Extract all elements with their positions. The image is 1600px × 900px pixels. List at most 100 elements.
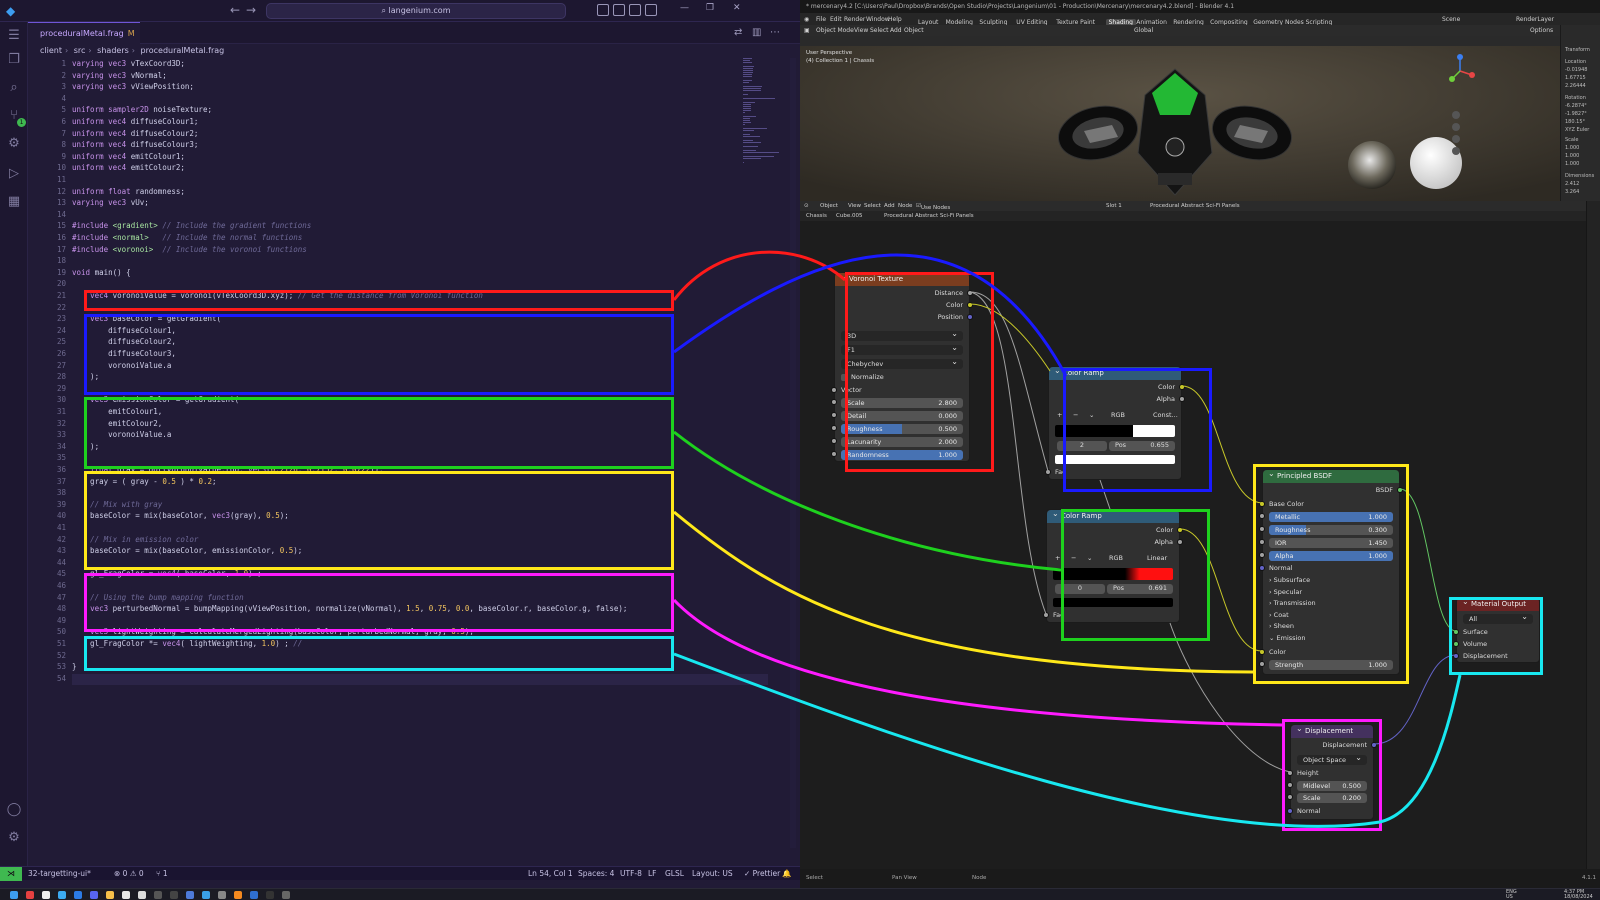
bsdf-panel[interactable]: › Subsurface xyxy=(1269,576,1393,586)
breadcrumb-item[interactable]: client xyxy=(40,46,62,55)
keyboard-layout[interactable]: Layout: US xyxy=(692,869,733,878)
tab-proceduralmetal[interactable]: proceduralMetal.frag M xyxy=(28,22,140,44)
blender-logo-icon[interactable]: ◉ xyxy=(804,16,809,23)
slider-field[interactable]: Roughness 0.500 xyxy=(841,424,963,434)
ramp2-menu-icon[interactable]: ⌄ xyxy=(1087,554,1092,564)
transform-header[interactable]: Transform xyxy=(1565,47,1590,53)
voronoi-texture-node[interactable]: Voronoi Texture Distance Color Position … xyxy=(831,272,973,462)
output-target-dropdown[interactable]: All xyxy=(1463,612,1533,624)
bsdf-panel[interactable]: › Specular xyxy=(1269,588,1393,598)
ramp1-pos-field[interactable]: Pos 0.655 xyxy=(1109,441,1175,451)
bsdf-output-socket[interactable] xyxy=(1397,487,1403,493)
language-mode[interactable]: GLSL xyxy=(665,869,684,878)
slider-field[interactable]: Roughness 0.300 xyxy=(1269,525,1393,535)
surface-socket[interactable] xyxy=(1453,629,1459,635)
navigation-gizmo[interactable] xyxy=(1440,51,1480,171)
voronoi-dimensions-dropdown[interactable]: 3D xyxy=(841,329,963,341)
breadcrumb-item[interactable]: proceduralMetal.frag xyxy=(141,46,225,55)
node-menu-select[interactable]: Select xyxy=(864,203,881,209)
ramp1-index-field[interactable]: 2 xyxy=(1057,441,1107,451)
base-color-socket[interactable] xyxy=(1259,501,1265,507)
normal-socket[interactable] xyxy=(1259,565,1265,571)
space-dropdown[interactable]: Object Space xyxy=(1297,753,1367,765)
start-icon[interactable] xyxy=(10,891,18,899)
slider-field[interactable]: Alpha 1.000 xyxy=(1269,551,1393,561)
run-debug-icon[interactable]: ▷ xyxy=(6,166,22,182)
loc-x[interactable]: -0.01948 xyxy=(1565,67,1587,73)
photos-icon[interactable] xyxy=(202,891,210,899)
input-socket[interactable] xyxy=(831,412,837,418)
distance-output-socket[interactable] xyxy=(967,290,973,296)
color-output-socket[interactable] xyxy=(967,302,973,308)
menu-icon[interactable]: ☰ xyxy=(6,28,22,44)
settings-gear-icon[interactable]: ⚙ xyxy=(6,830,22,846)
bsdf-node-header[interactable]: Principled BSDF xyxy=(1263,469,1399,483)
ramp2-color-swatch[interactable] xyxy=(1053,598,1173,607)
slot-selector[interactable]: Slot 1 xyxy=(1106,203,1122,209)
minimap[interactable] xyxy=(743,58,781,163)
explorer-icon[interactable]: ❐ xyxy=(6,52,22,68)
node-menu-view[interactable]: View xyxy=(848,203,861,209)
restore-icon[interactable]: ❐ xyxy=(706,3,714,13)
height-socket[interactable] xyxy=(1287,770,1293,776)
scale-socket[interactable] xyxy=(1287,794,1293,800)
displacement-socket[interactable] xyxy=(1453,653,1459,659)
bsdf-panel[interactable]: › Coat xyxy=(1269,611,1393,621)
ramp2-index-field[interactable]: 0 xyxy=(1055,584,1105,594)
input-socket[interactable] xyxy=(1259,552,1265,558)
ramp2-pos-field[interactable]: Pos 0.691 xyxy=(1107,584,1173,594)
input-socket[interactable] xyxy=(831,438,837,444)
node-menu-node[interactable]: Node xyxy=(898,203,912,209)
brave-icon[interactable] xyxy=(26,891,34,899)
scale-field[interactable]: Scale 0.200 xyxy=(1297,793,1367,803)
input-socket[interactable] xyxy=(831,451,837,457)
ramp1-add-button[interactable]: + xyxy=(1057,411,1062,421)
disp-normal-socket[interactable] xyxy=(1287,808,1293,814)
clock[interactable]: 4:37 PM 18/08/2024 xyxy=(1564,890,1593,900)
vscode-taskbar-icon[interactable] xyxy=(74,891,82,899)
bsdf-panel[interactable]: › Transmission xyxy=(1269,599,1393,609)
emission-color-socket[interactable] xyxy=(1259,649,1265,655)
ports-count[interactable]: ⑂ 1 xyxy=(156,869,168,878)
messenger-icon[interactable] xyxy=(186,891,194,899)
input-socket[interactable] xyxy=(1259,539,1265,545)
ramp1-interp-dropdown[interactable]: Const... xyxy=(1153,411,1178,421)
scale-z[interactable]: 1.000 xyxy=(1565,161,1579,167)
code-editor[interactable]: 1 varying vec3 vTexCoord3D; 2 varying vec3 … xyxy=(28,58,798,848)
input-language[interactable]: ENG US xyxy=(1506,890,1517,900)
ramp2-fac-socket[interactable] xyxy=(1043,612,1049,618)
extensions-remote-icon[interactable]: ⚙ xyxy=(6,136,22,152)
node-editor-sidebar[interactable] xyxy=(1586,201,1600,869)
command-center-search[interactable]: ⌕ langenium.com xyxy=(266,3,566,19)
source-control-icon[interactable]: ⑂ xyxy=(6,108,26,127)
node-object-selector[interactable]: Object xyxy=(820,203,838,209)
ramp2-interp-dropdown[interactable]: Linear xyxy=(1147,554,1167,564)
word-icon[interactable] xyxy=(250,891,258,899)
remote-icon[interactable]: ⋊ xyxy=(0,867,22,881)
ramp2-alpha-socket[interactable] xyxy=(1177,539,1183,545)
ramp2-add-button[interactable]: + xyxy=(1055,554,1060,564)
back-icon[interactable]: ← xyxy=(230,3,240,17)
split-editor-icon[interactable]: ▥ xyxy=(752,27,761,38)
ramp1-mode-dropdown[interactable]: RGB xyxy=(1111,411,1125,421)
terminal-icon[interactable] xyxy=(138,891,146,899)
midlevel-field[interactable]: Midlevel 0.500 xyxy=(1297,781,1367,791)
extensions-icon[interactable]: ▦ xyxy=(6,194,22,210)
customize-layout-icon[interactable] xyxy=(645,4,657,16)
vector-input-socket[interactable] xyxy=(831,387,837,393)
ramp1-fac-socket[interactable] xyxy=(1045,469,1051,475)
object-mode-selector[interactable]: Object Mode xyxy=(816,27,854,34)
encoding[interactable]: UTF-8 xyxy=(620,869,642,878)
displacement-node[interactable]: Displacement Displacement Object Space H… xyxy=(1287,724,1377,820)
discord-icon[interactable] xyxy=(90,891,98,899)
settings-app-icon[interactable] xyxy=(218,891,226,899)
output-node-header[interactable]: Material Output xyxy=(1457,597,1539,611)
editor-type-icon[interactable]: ▣ xyxy=(804,27,810,34)
displacement-out-socket[interactable] xyxy=(1371,742,1377,748)
ramp2-remove-button[interactable]: − xyxy=(1071,554,1076,564)
principled-bsdf-node[interactable]: Principled BSDF BSDF Base Color Normal ⌄… xyxy=(1259,469,1403,675)
emission-strength-field[interactable]: Strength 1.000 xyxy=(1269,660,1393,670)
input-socket[interactable] xyxy=(1259,526,1265,532)
notifications-bell-icon[interactable]: 🔔 xyxy=(782,869,791,878)
ramp2-mode-dropdown[interactable]: RGB xyxy=(1109,554,1123,564)
